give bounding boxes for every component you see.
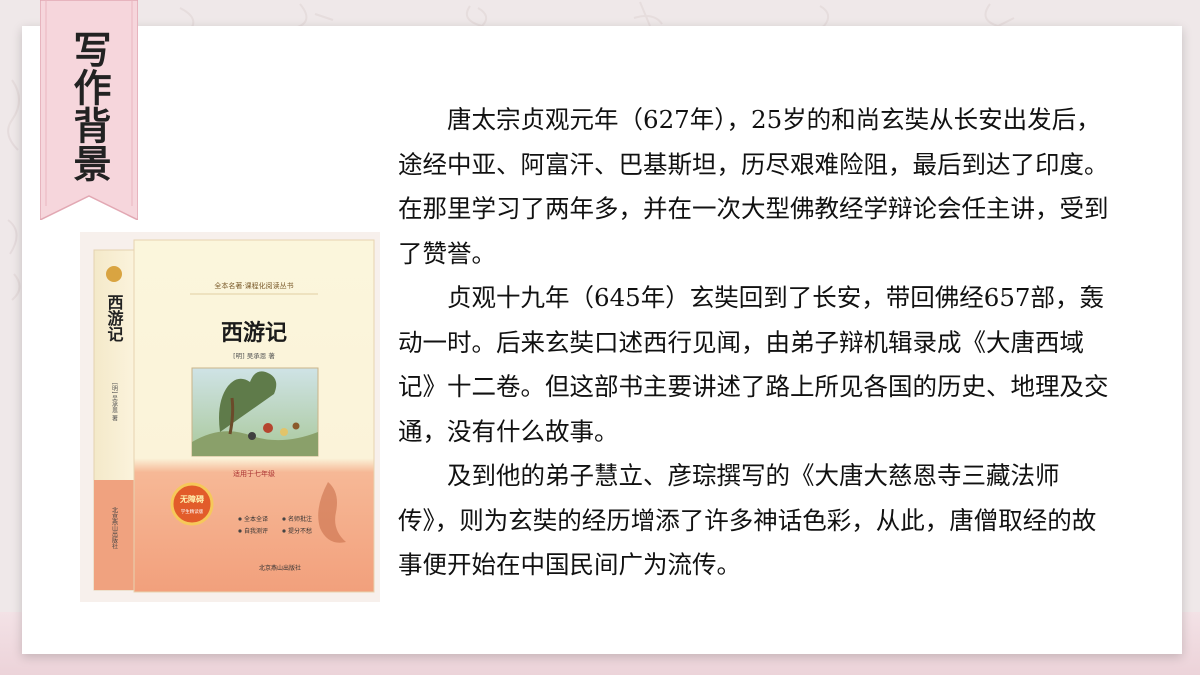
section-ribbon: 写作背景 bbox=[40, 0, 138, 220]
svg-text:无障碍: 无障碍 bbox=[179, 494, 204, 504]
feature-4: 提分不愁 bbox=[288, 527, 312, 535]
book-grade: 适用于七年级 bbox=[233, 469, 275, 478]
feature-1: 全本全译 bbox=[244, 515, 268, 523]
book-title: 西游记 bbox=[221, 320, 287, 346]
body-text: 唐太宗贞观元年（627年），25岁的和尚玄奘从长安出发后，途经中亚、阿富汗、巴基… bbox=[398, 98, 1110, 588]
book-cover-image: 西游记 [明] 吴承恩 著 北京燕山出版社 全本名著·课程化阅读丛书 西游记 [… bbox=[80, 232, 380, 602]
feature-2: 名师批注 bbox=[288, 515, 312, 523]
paragraph-3: 及到他的弟子慧立、彦琮撰写的《大唐大慈恩寺三藏法师传》，则为玄奘的经历增添了许多… bbox=[398, 461, 1097, 579]
paragraph-1: 唐太宗贞观元年（627年），25岁的和尚玄奘从长安出发后，途经中亚、阿富汗、巴基… bbox=[398, 105, 1109, 268]
spine-publisher: 北京燕山出版社 bbox=[111, 506, 118, 550]
spine-title: 西游记 bbox=[105, 294, 124, 342]
section-title: 写作背景 bbox=[67, 30, 112, 182]
book-series: 全本名著·课程化阅读丛书 bbox=[214, 281, 293, 290]
spine-author: [明] 吴承恩 著 bbox=[111, 383, 118, 423]
paragraph-2: 贞观十九年（645年）玄奘回到了长安，带回佛经657部，轰动一时。后来玄奘口述西… bbox=[398, 283, 1109, 446]
book-illustration bbox=[191, 367, 319, 457]
svg-text:学生精读版: 学生精读版 bbox=[181, 508, 204, 515]
feature-3: 自我测评 bbox=[244, 527, 268, 535]
book-author: [明] 吴承恩 著 bbox=[233, 351, 275, 360]
book-badge: 无障碍 学生精读版 bbox=[170, 482, 214, 526]
book-publisher: 北京燕山出版社 bbox=[259, 564, 301, 572]
